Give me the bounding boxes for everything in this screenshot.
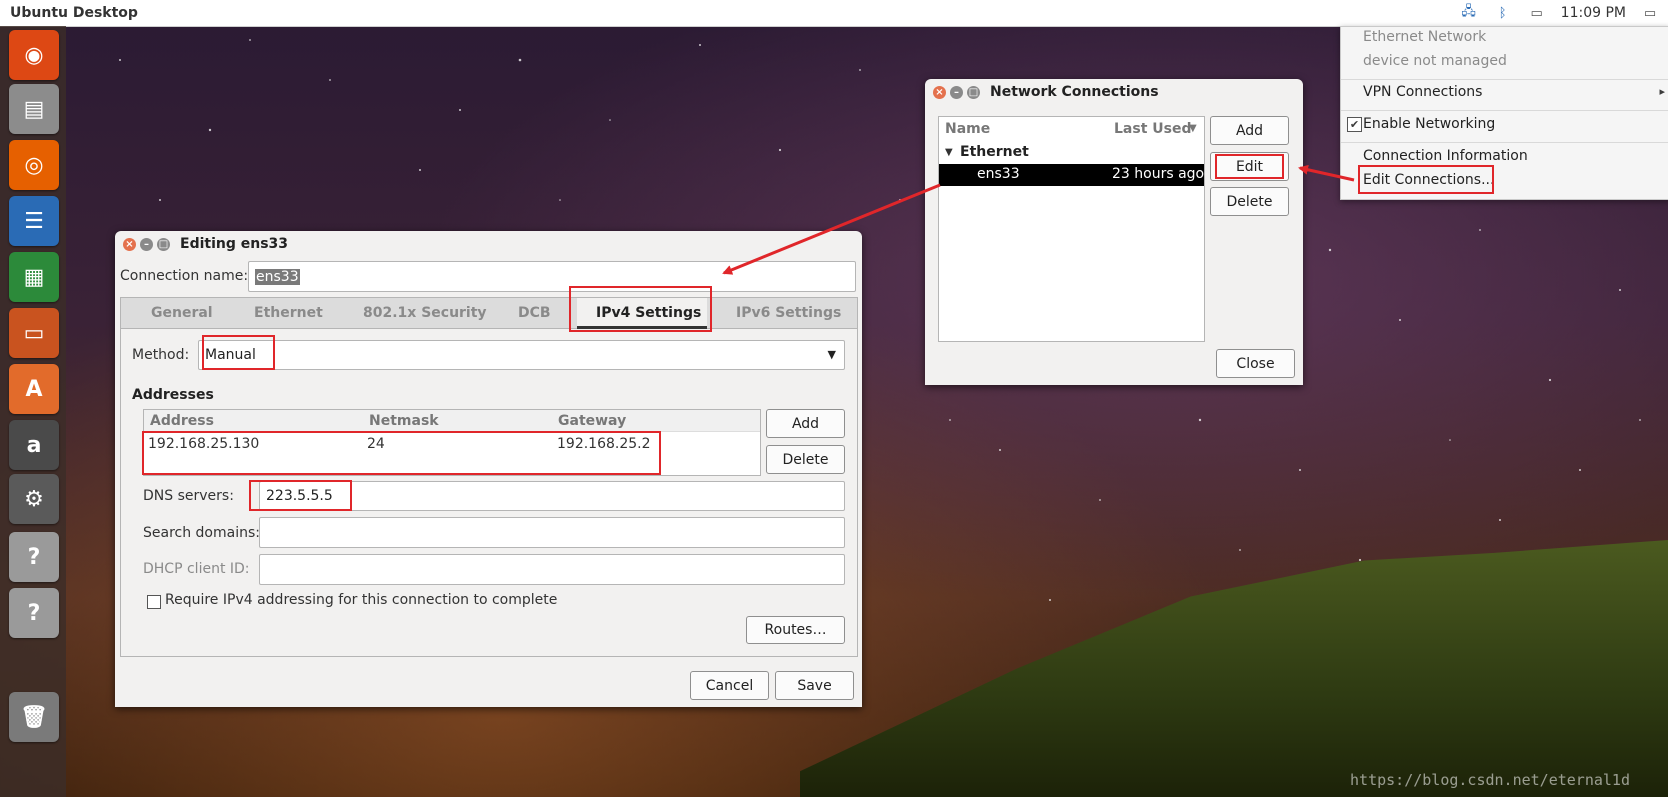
row-last-used: 23 hours ago: [1112, 166, 1205, 182]
libreoffice-calc-icon[interactable]: ▦: [9, 252, 59, 302]
addresses-table[interactable]: Address Netmask Gateway 192.168.25.130 2…: [143, 409, 761, 476]
delete-address-button[interactable]: Delete: [766, 445, 845, 474]
connection-name-value: ens33: [255, 268, 300, 285]
unknown-app-icon[interactable]: ?: [9, 588, 59, 638]
menu-item-connection-information[interactable]: Connection Information: [1363, 148, 1528, 164]
unknown-app-icon[interactable]: ?: [9, 532, 59, 582]
table-header: [144, 410, 760, 432]
connection-name-label: Connection name:: [120, 268, 249, 284]
network-menu: Ethernet Network device not managed VPN …: [1340, 26, 1668, 200]
menu-separator: [1341, 110, 1668, 111]
dns-servers-input[interactable]: 223.5.5.5: [259, 481, 845, 511]
checkbox-checked-icon[interactable]: ✔: [1347, 117, 1362, 132]
software-center-icon[interactable]: A: [9, 364, 59, 414]
system-tray: 🖧 ᛒ ▭ 11:09 PM ▭: [1459, 0, 1668, 26]
cancel-button[interactable]: Cancel: [690, 671, 769, 700]
menu-status-sub: device not managed: [1363, 53, 1507, 69]
column-header-address[interactable]: Address: [150, 413, 214, 429]
keyboard-icon[interactable]: ▭: [1527, 5, 1547, 21]
add-address-button[interactable]: Add: [766, 409, 845, 438]
maximize-icon[interactable]: □: [157, 237, 170, 251]
connections-list[interactable]: Name Last Used ▼ ▼ Ethernet ens33 23 hou…: [938, 116, 1205, 342]
close-icon[interactable]: ×: [933, 85, 946, 99]
dns-servers-value: 223.5.5.5: [266, 488, 333, 504]
gateway-cell[interactable]: 192.168.25.2: [557, 436, 651, 452]
top-panel: Ubuntu Desktop 🖧 ᛒ ▭ 11:09 PM ▭: [0, 0, 1668, 27]
editing-connection-window: × – □ Editing ens33 Connection name: ens…: [115, 231, 862, 707]
table-row[interactable]: 192.168.25.130 24 192.168.25.2: [144, 434, 760, 458]
clock[interactable]: 11:09 PM: [1561, 5, 1626, 21]
libreoffice-writer-icon[interactable]: ☰: [9, 196, 59, 246]
dhcp-client-id-label: DHCP client ID:: [143, 561, 250, 577]
tab-ipv6-settings[interactable]: IPv6 Settings: [736, 305, 841, 321]
tab-802-1x-security[interactable]: 802.1x Security: [363, 305, 487, 321]
dns-servers-label: DNS servers:: [143, 488, 234, 504]
save-button[interactable]: Save: [775, 671, 854, 700]
tab-dcb[interactable]: DCB: [518, 305, 551, 321]
method-label: Method:: [132, 347, 190, 363]
method-select[interactable]: Manual ▼: [198, 340, 845, 370]
row-name: ens33: [977, 166, 1020, 182]
address-cell[interactable]: 192.168.25.130: [148, 436, 259, 452]
system-settings-icon[interactable]: ⚙: [9, 474, 59, 524]
network-connections-window: × – □ Network Connections Name Last Used…: [925, 79, 1303, 385]
expander-icon[interactable]: ▼: [945, 147, 953, 158]
search-domains-label: Search domains:: [143, 525, 260, 541]
trash-icon[interactable]: 🗑: [9, 692, 59, 742]
battery-icon[interactable]: ▭: [1640, 5, 1660, 21]
network-icon[interactable]: 🖧: [1459, 4, 1479, 21]
minimize-icon[interactable]: –: [950, 85, 963, 99]
launcher: ◉ ▤ ◎ ☰ ▦ ▭ Aa ⚙?? 🗑: [0, 26, 66, 797]
routes-button[interactable]: Routes…: [746, 616, 845, 644]
menu-separator: [1341, 142, 1668, 143]
bluetooth-icon[interactable]: ᛒ: [1493, 5, 1513, 21]
close-icon[interactable]: ×: [123, 237, 136, 251]
method-value: Manual: [205, 347, 256, 363]
addresses-heading: Addresses: [132, 387, 214, 403]
files-icon[interactable]: ▤: [9, 84, 59, 134]
menu-item-enable-networking[interactable]: Enable Networking: [1363, 116, 1495, 132]
amazon-icon[interactable]: a: [9, 420, 59, 470]
maximize-icon[interactable]: □: [967, 85, 980, 99]
delete-button[interactable]: Delete: [1210, 187, 1289, 216]
settings-notebook: General Ethernet 802.1x Security DCB IPv…: [120, 297, 858, 657]
chevron-down-icon: ▼: [827, 348, 836, 361]
menu-item-vpn[interactable]: VPN Connections: [1363, 84, 1482, 100]
column-header-last-used[interactable]: Last Used: [1114, 121, 1192, 137]
connection-name-input[interactable]: ens33: [248, 261, 856, 292]
menu-status-title: Ethernet Network: [1363, 29, 1487, 45]
minimize-icon[interactable]: –: [140, 237, 153, 251]
libreoffice-impress-icon[interactable]: ▭: [9, 308, 59, 358]
dhcp-client-id-input[interactable]: [259, 554, 845, 585]
edit-button[interactable]: Edit: [1210, 152, 1289, 181]
add-button[interactable]: Add: [1210, 116, 1289, 145]
window-title: Ubuntu Desktop: [10, 5, 138, 21]
window-titlebar[interactable]: × – □ Network Connections: [925, 79, 1303, 105]
window-title: Editing ens33: [180, 236, 289, 252]
ubuntu-dash-icon[interactable]: ◉: [9, 30, 59, 80]
firefox-icon[interactable]: ◎: [9, 140, 59, 190]
menu-item-edit-connections[interactable]: Edit Connections...: [1363, 172, 1494, 188]
window-titlebar[interactable]: × – □ Editing ens33: [115, 231, 862, 257]
watermark: https://blog.csdn.net/eternal1d: [1350, 771, 1630, 789]
column-header-name[interactable]: Name: [945, 121, 990, 137]
group-ethernet: Ethernet: [960, 144, 1029, 160]
column-header-netmask[interactable]: Netmask: [369, 413, 439, 429]
table-row[interactable]: ens33 23 hours ago: [939, 164, 1204, 186]
column-header-gateway[interactable]: Gateway: [558, 413, 626, 429]
tab-ethernet[interactable]: Ethernet: [254, 305, 323, 321]
submenu-arrow-icon: ▸: [1659, 85, 1665, 98]
require-ipv4-label: Require IPv4 addressing for this connect…: [165, 592, 558, 608]
netmask-cell[interactable]: 24: [367, 436, 385, 452]
require-ipv4-checkbox[interactable]: [147, 595, 161, 609]
menu-separator: [1341, 79, 1668, 80]
wallpaper-mountain: [800, 540, 1668, 797]
window-title: Network Connections: [990, 84, 1159, 100]
close-button[interactable]: Close: [1216, 349, 1295, 378]
sort-arrow-icon: ▼: [1189, 123, 1197, 134]
tab-ipv4-settings[interactable]: IPv4 Settings: [596, 305, 701, 321]
search-domains-input[interactable]: [259, 517, 845, 548]
tab-general[interactable]: General: [151, 305, 213, 321]
